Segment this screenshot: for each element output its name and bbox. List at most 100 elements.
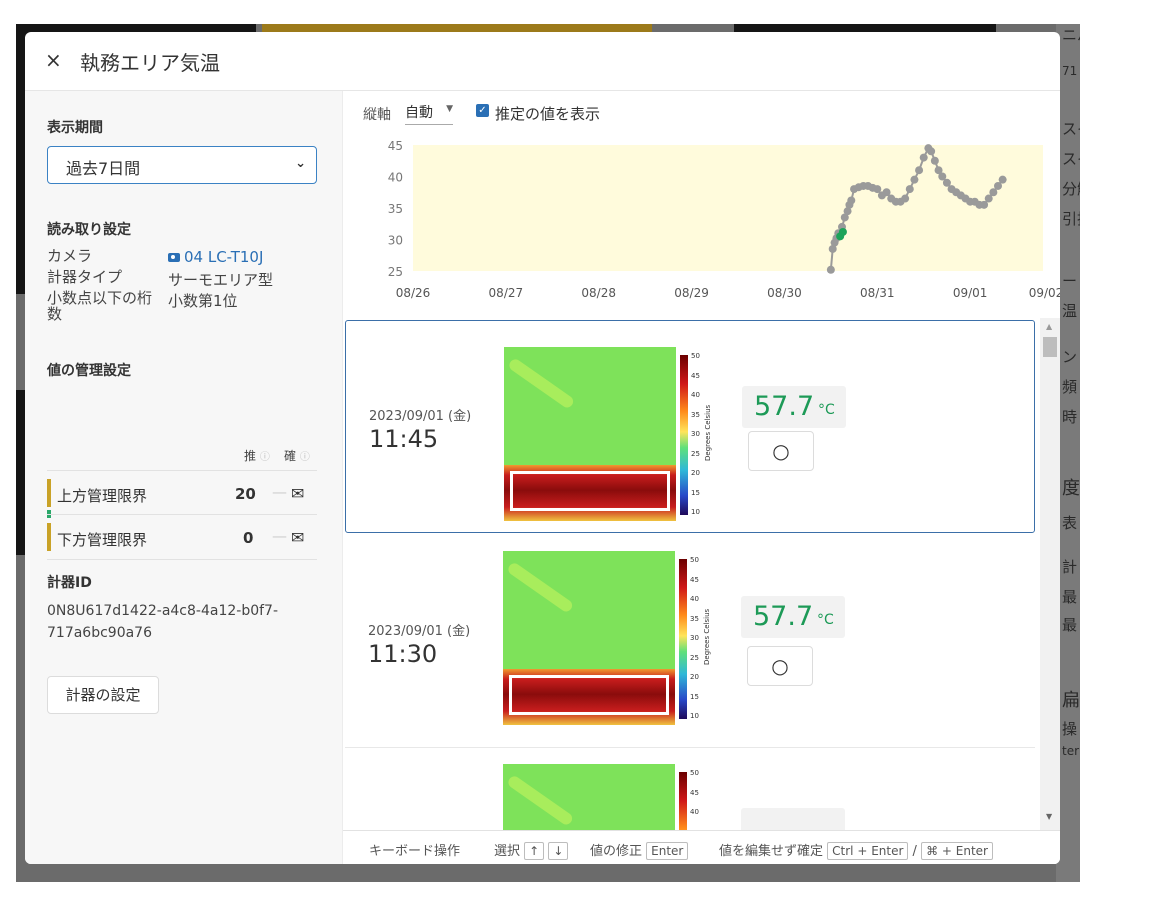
y-tick-label: 45 xyxy=(388,139,403,153)
upper-limit-row[interactable]: 上方管理限界 20 — ✉ xyxy=(47,470,317,515)
colorbar-ticks: 50 45 40 xyxy=(690,764,699,823)
reading-row[interactable]: 50 45 40 xyxy=(345,750,1035,830)
select-shortcut-label: 選択 xyxy=(494,844,521,859)
scroll-down-icon[interactable]: ▼ xyxy=(1046,812,1052,821)
settings-sidebar: 表示期間 過去7日間 ⌄ 読み取り設定 カメラ 04 LC-T10J 計器タイプ… xyxy=(25,91,343,864)
reading-value-box xyxy=(741,808,845,830)
confirm-shortcut: 値を編集せず確定 Ctrl + Enter / ⌘ + Enter xyxy=(719,840,993,860)
keyboard-shortcuts-bar: キーボード操作 選択 ↑ ↓ 値の修正 Enter 値を編集せず確定 Ctrl … xyxy=(343,830,1060,864)
background-text: ter xyxy=(1062,744,1080,758)
readings-scrollbar[interactable]: ▲ ▼ xyxy=(1040,318,1060,830)
camera-icon xyxy=(168,253,180,262)
colorbar-ticks: 50 45 40 35 30 25 20 15 10 xyxy=(690,551,699,727)
reading-row[interactable]: 2023/09/01 (金) 11:30 50 45 40 35 30 25 2… xyxy=(345,535,1035,748)
x-tick-label: 08/26 xyxy=(396,286,431,300)
background-text: 操 xyxy=(1062,720,1078,738)
readings-list: 2023/09/01 (金) 11:45 50 45 40 35 30 25 2… xyxy=(343,318,1040,830)
reading-unit: °C xyxy=(817,612,834,628)
caret-down-icon: ▼ xyxy=(446,104,453,114)
background-text: 頻 xyxy=(1062,378,1078,396)
colorbar-tick: 10 xyxy=(690,712,699,720)
reading-time: 11:30 xyxy=(368,640,438,668)
meter-type-label: 計器タイプ xyxy=(47,268,123,286)
colorbar xyxy=(680,355,688,515)
close-icon[interactable]: × xyxy=(45,48,62,72)
mail-check-icon[interactable]: ✉ xyxy=(291,484,304,503)
x-tick-label: 08/31 xyxy=(860,286,895,300)
thermal-image xyxy=(503,551,675,725)
x-tick-label: 08/27 xyxy=(489,286,524,300)
data-point[interactable] xyxy=(930,156,939,165)
reading-date: 2023/09/01 (金) xyxy=(369,409,472,424)
dialog-header: × 執務エリア気温 xyxy=(25,32,1060,91)
data-point[interactable] xyxy=(910,175,919,184)
mail-check-icon[interactable]: ✉ xyxy=(291,528,304,547)
data-point[interactable] xyxy=(826,265,835,274)
thermal-streak xyxy=(506,774,575,827)
confirm-reading-button[interactable]: ○ xyxy=(748,431,814,471)
help-icon[interactable]: ⓘ xyxy=(260,452,270,463)
help-icon[interactable]: ⓘ xyxy=(300,452,310,463)
background-text: 分解 xyxy=(1062,180,1080,198)
background-text: 最 xyxy=(1062,588,1078,606)
data-point[interactable] xyxy=(919,153,928,162)
meter-settings-button[interactable]: 計器の設定 xyxy=(47,676,159,714)
data-point[interactable] xyxy=(905,185,914,194)
colorbar-title: Degrees Celsius xyxy=(704,404,712,461)
decimal-label-line: 数 xyxy=(47,305,63,323)
x-tick-label: 09/02 xyxy=(1029,286,1060,300)
background-text: スイ xyxy=(1062,120,1080,138)
scroll-up-icon[interactable]: ▲ xyxy=(1046,322,1052,331)
period-select[interactable]: 過去7日間 ⌄ xyxy=(47,146,317,184)
show-estimate-checkbox[interactable]: ✓ xyxy=(476,104,489,117)
colorbar-tick: 20 xyxy=(690,673,699,681)
scrollbar-thumb[interactable] xyxy=(1043,337,1057,357)
background-text: 時 xyxy=(1062,408,1078,426)
data-point[interactable] xyxy=(927,147,936,156)
colorbar-tick: 30 xyxy=(690,634,699,642)
y-axis-mode-select[interactable]: 自動 ▼ xyxy=(405,102,453,125)
value-mgmt-heading: 値の管理設定 xyxy=(47,363,131,379)
colorbar-ticks: 50 45 40 35 30 25 20 15 10 xyxy=(691,347,700,523)
background-text: 扁 xyxy=(1062,690,1080,711)
y-axis-mode-label: 縦軸 xyxy=(363,107,391,123)
confirm-shortcut-label: 値を編集せず確定 xyxy=(719,844,824,859)
cmd-enter-key: ⌘ + Enter xyxy=(921,842,993,860)
data-point[interactable] xyxy=(901,194,910,203)
colorbar-tick: 15 xyxy=(690,692,699,701)
camera-link[interactable]: 04 LC-T10J xyxy=(168,248,263,266)
shortcut-separator: / xyxy=(912,844,917,859)
colorbar-tick: 10 xyxy=(691,508,700,516)
reading-row[interactable]: 2023/09/01 (金) 11:45 50 45 40 35 30 25 2… xyxy=(345,320,1035,533)
lower-limit-row[interactable]: 下方管理限界 0 — ✉ xyxy=(47,514,317,560)
ctrl-enter-key: Ctrl + Enter xyxy=(827,842,909,860)
meter-dialog: × 執務エリア気温 表示期間 過去7日間 ⌄ 読み取り設定 カメラ 04 LC-… xyxy=(25,32,1060,864)
data-point[interactable] xyxy=(998,175,1007,184)
y-tick-label: 30 xyxy=(388,234,403,248)
data-point[interactable] xyxy=(915,166,924,175)
reading-date: 2023/09/01 (金) xyxy=(368,624,471,639)
upper-limit-value: 20 xyxy=(235,485,256,503)
limit-color-bar xyxy=(47,523,51,551)
confirm-reading-button[interactable]: ○ xyxy=(747,646,813,686)
background-text: ニバ xyxy=(1062,26,1080,44)
meter-id-heading: 計器ID xyxy=(47,575,92,591)
reading-time: 11:45 xyxy=(369,425,439,453)
y-tick-label: 25 xyxy=(388,265,403,279)
reading-unit: °C xyxy=(818,402,835,418)
x-tick-label: 08/29 xyxy=(674,286,709,300)
meter-type-value: サーモエリア型 xyxy=(168,271,274,289)
colorbar-tick: 45 xyxy=(691,371,700,380)
estimate-column-label: 推 xyxy=(244,449,257,463)
data-point[interactable] xyxy=(847,196,856,205)
colorbar-tick: 50 xyxy=(690,556,699,564)
data-point[interactable] xyxy=(838,227,847,236)
show-estimate-label[interactable]: 推定の値を表示 xyxy=(495,103,600,124)
dialog-title: 執務エリア気温 xyxy=(80,51,220,75)
keyboard-label: キーボード操作 xyxy=(369,844,461,859)
lower-limit-value: 0 xyxy=(243,529,254,547)
x-tick-label: 08/30 xyxy=(767,286,802,300)
background-text: 71 xyxy=(1062,64,1078,78)
background-text: 温 xyxy=(1062,302,1078,320)
plot-background xyxy=(413,145,1043,271)
